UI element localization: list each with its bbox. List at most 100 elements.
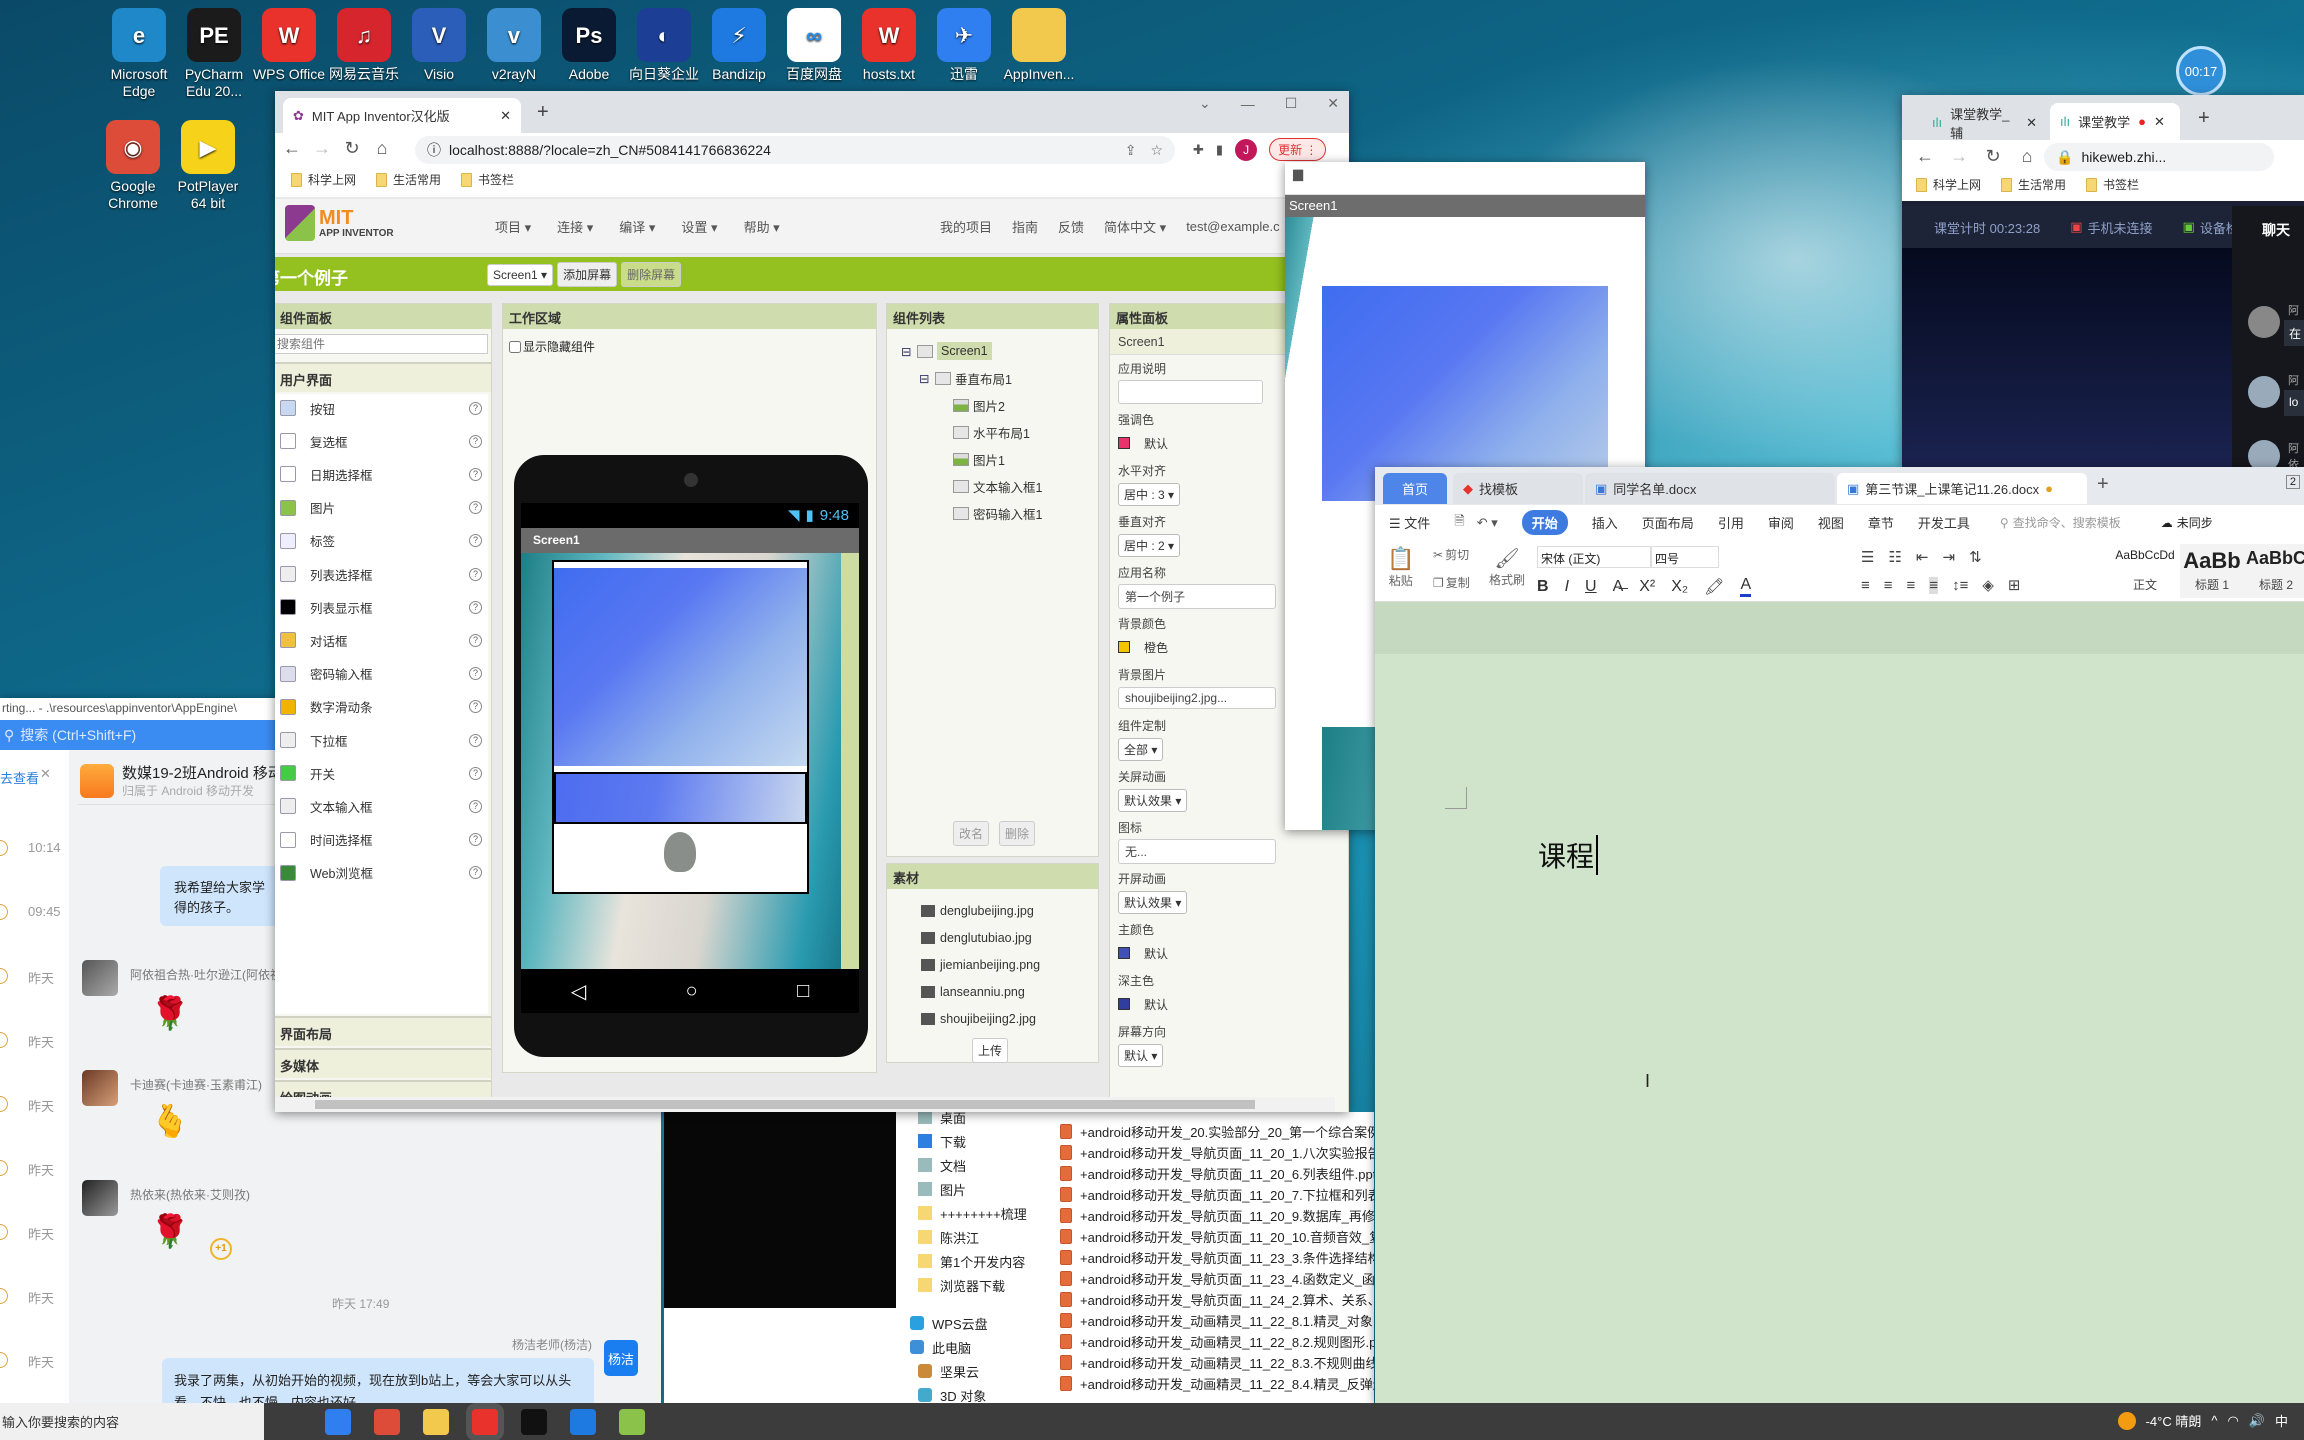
tab-class-1[interactable]: ılı 课堂教学_辅 ✕: [1922, 105, 2047, 141]
outdent-icon[interactable]: ⇤: [1916, 548, 1929, 566]
file-row[interactable]: +android移动开发_动画精灵_11_22_8.1.精灵_对象比较: [1060, 1310, 1374, 1330]
tree-node[interactable]: 图片2: [937, 394, 1005, 416]
image-1[interactable]: [664, 832, 696, 872]
property-input[interactable]: shoujibeijing2.jpg...: [1118, 687, 1276, 709]
palette-item[interactable]: 图片?: [280, 494, 482, 522]
nav-item[interactable]: 桌面: [918, 1112, 966, 1128]
style-preset[interactable]: AaBbC 标题 2: [2244, 544, 2304, 598]
desktop-icon[interactable]: ∞ 百度网盘: [777, 8, 851, 83]
nav-item[interactable]: 此电脑: [910, 1336, 971, 1358]
back-icon[interactable]: ←: [281, 138, 303, 159]
desktop-icon[interactable]: AppInven...: [1002, 8, 1076, 83]
desktop-icon[interactable]: PE PyCharm Edu 20...: [177, 8, 251, 100]
desktop-icon[interactable]: v v2rayN: [477, 8, 551, 83]
media-file[interactable]: denglutubiao.jpg: [921, 927, 1032, 949]
image-2[interactable]: [554, 568, 807, 766]
color-swatch[interactable]: [1118, 437, 1130, 449]
help-icon[interactable]: ?: [469, 434, 482, 448]
nav-item[interactable]: 图片: [918, 1178, 966, 1200]
view-link[interactable]: 去查看: [0, 768, 39, 787]
ribbon-tab[interactable]: 插入: [1592, 513, 1618, 532]
color-swatch[interactable]: [1118, 947, 1130, 959]
forward-icon[interactable]: →: [311, 138, 333, 159]
align-left-icon[interactable]: ≡: [1861, 577, 1870, 594]
maximize-icon[interactable]: ☐: [1285, 95, 1298, 112]
conversation-time[interactable]: 昨天: [28, 1032, 54, 1051]
header-link[interactable]: 反馈: [1058, 217, 1084, 236]
upload-button[interactable]: 上传: [972, 1038, 1009, 1063]
palette-item[interactable]: 复选框?: [280, 427, 482, 455]
property-select[interactable]: 居中 : 2 ▾: [1118, 533, 1181, 557]
property-select[interactable]: 默认 ▾: [1118, 1043, 1164, 1067]
help-icon[interactable]: ?: [469, 534, 482, 548]
conversation-time[interactable]: 昨天: [28, 1224, 54, 1243]
palette-item[interactable]: 下拉框?: [280, 726, 482, 754]
file-row[interactable]: +android移动开发_导航页面_11_20_9.数据库_再修改.p: [1060, 1205, 1374, 1225]
desktop-icon[interactable]: ⚡ Bandizip: [702, 8, 776, 83]
nav-item[interactable]: 3D 对象: [918, 1384, 986, 1403]
palette-item[interactable]: 开关?: [280, 759, 482, 787]
volume-icon[interactable]: 🔊: [2249, 1413, 2265, 1429]
menu-item[interactable]: 编译 ▾: [619, 217, 655, 236]
file-row[interactable]: +android移动开发_导航页面_11_20_6.列表组件.pptx: [1060, 1163, 1374, 1183]
rename-button[interactable]: 改名: [953, 821, 990, 846]
help-icon[interactable]: ?: [469, 866, 482, 880]
chrome-icon[interactable]: [374, 1409, 400, 1435]
help-icon[interactable]: ?: [469, 567, 482, 581]
bookmark-folder[interactable]: 书签栏: [2086, 176, 2139, 193]
ribbon-tab[interactable]: 开始: [1521, 510, 1568, 535]
conversation-time[interactable]: 昨天: [28, 1096, 54, 1115]
horizontal-scrollbar[interactable]: [275, 1097, 1335, 1112]
component-search-input[interactable]: [275, 334, 488, 354]
palette-category[interactable]: 界面布局: [275, 1016, 491, 1046]
font-color-button[interactable]: A: [1740, 576, 1752, 597]
recent-nav-icon[interactable]: □: [797, 980, 809, 1003]
minimize-icon[interactable]: —: [1241, 96, 1255, 112]
conversation-time[interactable]: 10:14: [28, 840, 61, 855]
help-icon[interactable]: ?: [469, 733, 482, 747]
property-select[interactable]: 居中 : 3 ▾: [1118, 482, 1181, 506]
profile-avatar[interactable]: J: [1235, 138, 1258, 161]
tray-expand-icon[interactable]: ^: [2211, 1413, 2217, 1428]
home-icon[interactable]: ⌂: [2016, 146, 2038, 167]
extensions-icon[interactable]: ✚: [1193, 142, 1204, 158]
document-body[interactable]: 课程: [1538, 835, 1599, 875]
close-icon[interactable]: ✕: [40, 766, 51, 782]
help-icon[interactable]: ?: [469, 667, 482, 681]
file-row[interactable]: +android移动开发_动画精灵_11_22_8.2.规则图形.pptx: [1060, 1331, 1374, 1351]
bookmark-folder[interactable]: 生活常用: [376, 171, 441, 188]
sidebar-icon[interactable]: ▮: [1216, 142, 1223, 158]
tab-doc-classmates[interactable]: ▣ 同学名单.docx: [1585, 473, 1835, 504]
help-icon[interactable]: ?: [469, 700, 482, 714]
menu-item[interactable]: 连接 ▾: [557, 217, 593, 236]
desktop-icon[interactable]: Ps Adobe: [552, 8, 626, 83]
style-preset[interactable]: AaBbCcDd 正文: [2110, 544, 2180, 598]
help-icon[interactable]: ?: [469, 766, 482, 780]
weather-label[interactable]: -4°C 晴朗: [2146, 1411, 2202, 1430]
file-row[interactable]: +android移动开发_动画精灵_11_22_8.4.精灵_反弹边界: [1060, 1373, 1374, 1393]
screen-select[interactable]: Screen1 ▾: [487, 263, 554, 286]
conversation-time[interactable]: 09:45: [28, 904, 61, 919]
sort-icon[interactable]: ⇅: [1969, 548, 1982, 566]
ribbon-tab[interactable]: 审阅: [1768, 513, 1794, 532]
desktop-icon[interactable]: e Microsoft Edge: [102, 8, 176, 100]
share-icon[interactable]: ⇪: [1125, 142, 1137, 159]
desktop-icon[interactable]: ◉ Google Chrome: [96, 120, 170, 212]
tab-doc-notes[interactable]: ▣ 第三节课_上课笔记11.26.docx ●: [1837, 473, 2087, 504]
bookmark-folder[interactable]: 生活常用: [2001, 176, 2066, 193]
bookmark-folder[interactable]: 科学上网: [291, 171, 356, 188]
remove-screen-button[interactable]: 删除屏幕: [621, 262, 682, 287]
close-window-icon[interactable]: ✕: [1327, 95, 1339, 112]
font-size-select[interactable]: 四号: [1651, 546, 1719, 568]
phone-status[interactable]: ▣ 手机未连接: [2070, 218, 2152, 237]
desktop-icon[interactable]: V Visio: [402, 8, 476, 83]
palette-category[interactable]: 多媒体: [275, 1048, 491, 1078]
file-row[interactable]: +android移动开发_20.实验部分_20_第一个综合案例_20: [1060, 1121, 1374, 1141]
help-icon[interactable]: ?: [469, 401, 482, 415]
format-painter-button[interactable]: 🖌 格式刷: [1489, 546, 1525, 588]
back-nav-icon[interactable]: ◁: [571, 979, 586, 1004]
media-file[interactable]: shoujibeijing2.jpg: [921, 1008, 1036, 1030]
property-textarea[interactable]: [1118, 380, 1263, 404]
close-icon[interactable]: ✕: [2026, 115, 2037, 131]
font-family-select[interactable]: 宋体 (正文): [1537, 546, 1651, 568]
